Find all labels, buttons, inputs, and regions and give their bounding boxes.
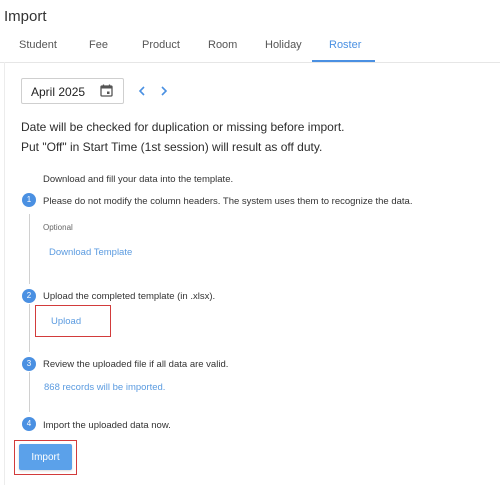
upload-link[interactable]: Upload [51,316,81,327]
notice-off-duty: Put "Off" in Start Time (1st session) wi… [21,140,323,154]
step-4-badge: 4 [22,417,36,431]
tab-product[interactable]: Product [142,39,180,51]
step-3-text: Review the uploaded file if all data are… [43,359,229,370]
step-1-text: Download and fill your data into the tem… [43,174,234,185]
tab-room[interactable]: Room [208,39,237,51]
tab-roster[interactable]: Roster [329,39,361,51]
month-value: April 2025 [31,85,86,99]
step-1-badge: 1 [22,193,36,207]
tab-student[interactable]: Student [19,39,57,51]
step-2-badge: 2 [22,289,36,303]
chevron-right-icon[interactable] [158,84,170,98]
import-button[interactable]: Import [19,444,72,470]
chevron-left-icon[interactable] [136,84,148,98]
calendar-icon[interactable] [100,84,113,97]
optional-label: Optional [43,223,73,232]
step-connector [29,372,30,412]
download-template-link[interactable]: Download Template [49,247,132,258]
step-2-text: Upload the completed template (in .xlsx)… [43,291,216,302]
notice-duplication: Date will be checked for duplication or … [21,120,345,134]
month-picker[interactable]: April 2025 [21,78,124,104]
step-connector [29,214,30,284]
step-1-note: Please do not modify the column headers.… [43,196,413,207]
page-title: Import [4,8,47,25]
step-3-badge: 3 [22,357,36,371]
records-count-link[interactable]: 868 records will be imported. [44,382,165,393]
step-connector [29,304,30,352]
tab-holiday[interactable]: Holiday [265,39,302,51]
step-4-text: Import the uploaded data now. [43,420,171,431]
tab-bar: Student Fee Product Room Holiday Roster [0,30,500,63]
tab-fee[interactable]: Fee [89,39,108,51]
